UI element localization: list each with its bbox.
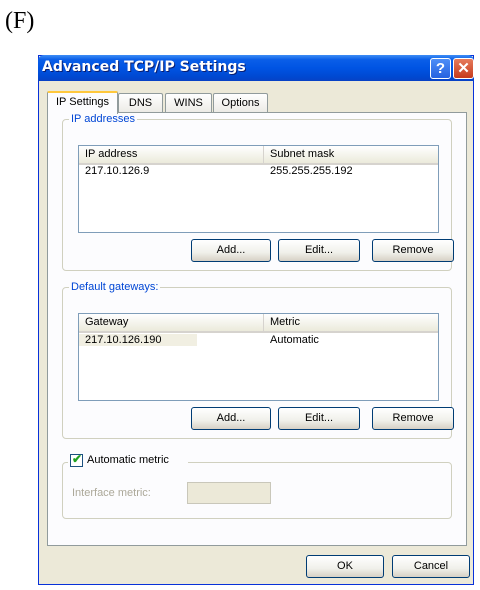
column-header-metric[interactable]: Metric <box>264 314 438 331</box>
question-icon: ? <box>435 60 446 77</box>
ok-button[interactable]: OK <box>306 555 384 578</box>
tab-options[interactable]: Options <box>213 93 268 112</box>
gateway-remove-button[interactable]: Remove <box>372 407 454 430</box>
close-button[interactable]: ✕ <box>453 58 474 79</box>
gateway-list-header: Gateway Metric <box>79 314 438 333</box>
gateway-add-button[interactable]: Add... <box>191 407 271 430</box>
gateway-list[interactable]: Gateway Metric 217.10.126.190 Automatic <box>78 313 439 401</box>
tab-wins[interactable]: WINS <box>165 93 212 112</box>
tab-ip-settings[interactable]: IP Settings <box>47 91 118 114</box>
default-gateways-legend: Default gateways: <box>71 281 159 293</box>
close-icon: ✕ <box>457 60 470 77</box>
advanced-tcpip-dialog: Advanced TCP/IP Settings ? ✕ IP Settings… <box>38 55 474 585</box>
subnet-mask-cell[interactable]: 255.255.255.192 <box>264 165 438 177</box>
ip-address-list[interactable]: IP address Subnet mask 217.10.126.9 255.… <box>78 145 439 233</box>
title-bar[interactable]: Advanced TCP/IP Settings ? ✕ <box>38 55 474 81</box>
interface-metric-label: Interface metric: <box>72 487 151 499</box>
tab-dns[interactable]: DNS <box>118 93 163 112</box>
checkmark-icon: ✔ <box>72 452 83 466</box>
column-header-ip-address[interactable]: IP address <box>79 146 264 163</box>
help-button[interactable]: ? <box>430 58 451 79</box>
ip-list-header: IP address Subnet mask <box>79 146 438 165</box>
tab-panel-ip-settings: IP addresses IP address Subnet mask 217.… <box>47 112 467 546</box>
dialog-client-area: IP Settings DNS WINS Options IP addresse… <box>41 81 471 582</box>
metric-cell[interactable]: Automatic <box>264 334 438 346</box>
automatic-metric-legend: ✔ Automatic metric <box>68 452 188 469</box>
automatic-metric-label[interactable]: Automatic metric <box>87 454 169 466</box>
column-header-subnet-mask[interactable]: Subnet mask <box>264 146 438 163</box>
figure-label: (F) <box>5 8 35 34</box>
ip-add-button[interactable]: Add... <box>191 239 271 262</box>
ip-remove-button[interactable]: Remove <box>372 239 454 262</box>
interface-metric-input[interactable] <box>187 482 271 504</box>
window-title: Advanced TCP/IP Settings <box>42 59 246 75</box>
gateway-edit-button[interactable]: Edit... <box>278 407 360 430</box>
gateway-cell[interactable]: 217.10.126.190 <box>79 334 197 346</box>
automatic-metric-checkbox[interactable]: ✔ <box>70 452 83 467</box>
cancel-button[interactable]: Cancel <box>392 555 470 578</box>
ip-addresses-legend: IP addresses <box>71 113 136 125</box>
ip-edit-button[interactable]: Edit... <box>278 239 360 262</box>
ip-address-cell[interactable]: 217.10.126.9 <box>79 165 264 177</box>
column-header-gateway[interactable]: Gateway <box>79 314 264 331</box>
